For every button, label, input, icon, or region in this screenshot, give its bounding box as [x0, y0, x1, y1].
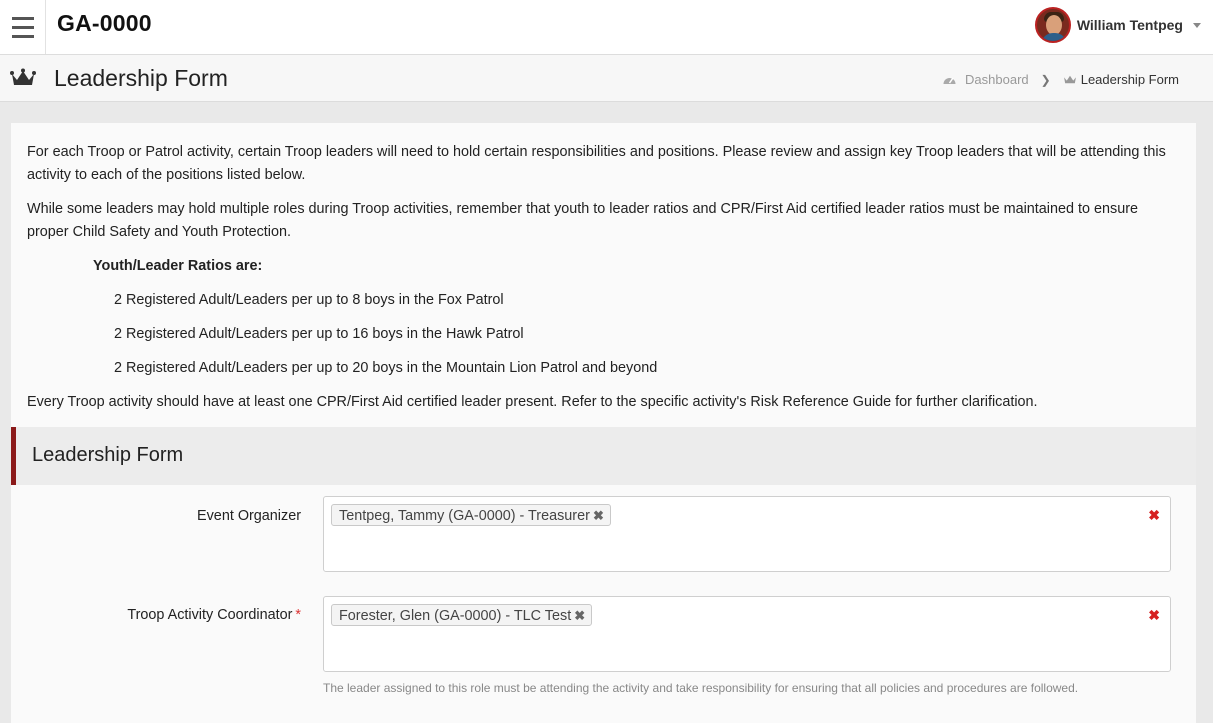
label-text: Troop Activity Coordinator: [127, 607, 293, 623]
ratios-heading: Youth/Leader Ratios are:: [93, 258, 263, 274]
user-menu[interactable]: William Tentpeg: [1034, 5, 1201, 45]
hamburger-icon: [11, 14, 34, 41]
intro-paragraph-3: Every Troop activity should have at leas…: [27, 394, 1038, 410]
avatar: [1034, 7, 1071, 43]
field-label-event-organizer: Event Organizer: [197, 508, 301, 524]
troop-activity-coordinator-select[interactable]: Forester, Glen (GA-0000) - TLC Test ✖ ✖: [323, 596, 1171, 672]
clear-selection-icon[interactable]: ✖: [1148, 607, 1160, 624]
section-header: Leadership Form: [11, 427, 1196, 485]
content-panel: For each Troop or Patrol activity, certa…: [11, 123, 1196, 723]
event-organizer-select[interactable]: Tentpeg, Tammy (GA-0000) - Treasurer ✖ ✖: [323, 496, 1171, 572]
intro-paragraph-1: For each Troop or Patrol activity, certa…: [27, 144, 1166, 183]
selected-tag: Forester, Glen (GA-0000) - TLC Test ✖: [331, 604, 593, 627]
selected-tag-text: Tentpeg, Tammy (GA-0000) - Treasurer: [339, 508, 590, 524]
intro-paragraph-2: While some leaders may hold multiple rol…: [27, 201, 1138, 240]
ratio-item: 2 Registered Adult/Leaders per up to 16 …: [114, 326, 524, 342]
crown-icon: [10, 68, 36, 85]
top-navbar: GA-0000 William Tentpeg: [0, 0, 1213, 55]
field-help-text: The leader assigned to this role must be…: [323, 681, 1079, 695]
ratio-item: 2 Registered Adult/Leaders per up to 20 …: [114, 360, 658, 376]
required-marker: *: [295, 607, 301, 623]
clear-selection-icon[interactable]: ✖: [1148, 507, 1160, 524]
intro-text: For each Troop or Patrol activity, certa…: [11, 123, 1196, 414]
page-header: Leadership Form Dashboard ❯ Leadership F…: [0, 55, 1213, 102]
dashboard-icon: [943, 77, 956, 84]
field-label-troop-activity-coordinator: Troop Activity Coordinator *: [127, 607, 301, 623]
menu-toggle-button[interactable]: [0, 0, 46, 54]
selected-tag-text: Forester, Glen (GA-0000) - TLC Test: [339, 608, 572, 624]
user-name: William Tentpeg: [1076, 17, 1183, 33]
ratio-item: 2 Registered Adult/Leaders per up to 8 b…: [114, 292, 504, 308]
breadcrumb-dashboard: Dashboard: [965, 72, 1029, 87]
breadcrumb: Dashboard ❯ Leadership Form: [942, 72, 1179, 87]
label-text: Event Organizer: [197, 508, 301, 524]
chevron-right-icon: ❯: [1040, 72, 1051, 87]
selected-tag: Tentpeg, Tammy (GA-0000) - Treasurer ✖: [331, 504, 611, 526]
remove-tag-icon[interactable]: ✖: [574, 605, 585, 627]
remove-tag-icon[interactable]: ✖: [593, 505, 604, 527]
section-title: Leadership Form: [32, 444, 184, 466]
page-title: Leadership Form: [54, 65, 228, 91]
crown-icon: [1063, 75, 1076, 84]
chevron-down-icon: [1193, 22, 1201, 28]
breadcrumb-dashboard-link[interactable]: Dashboard: [942, 72, 1029, 87]
brand-title: GA-0000: [57, 10, 152, 36]
breadcrumb-current: Leadership Form: [1080, 72, 1179, 87]
